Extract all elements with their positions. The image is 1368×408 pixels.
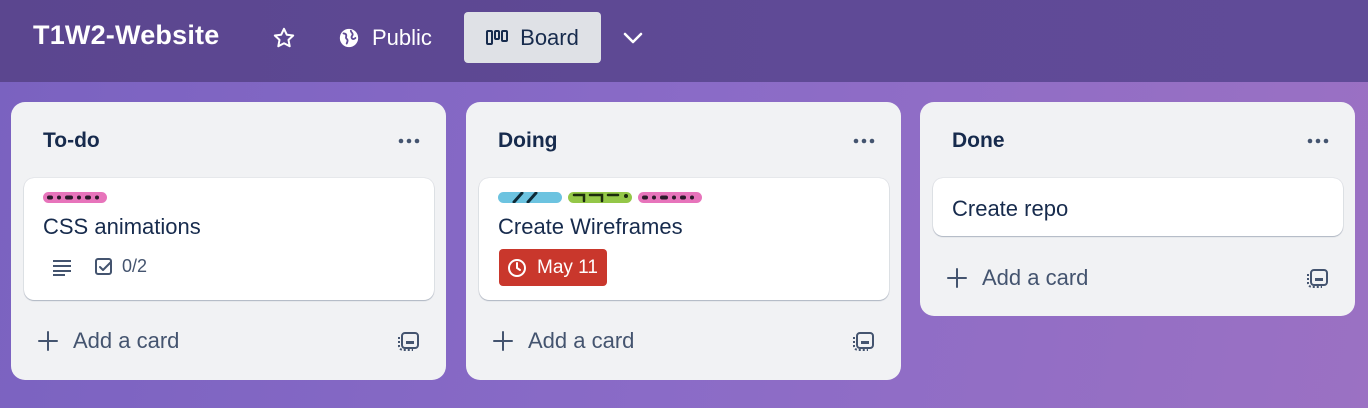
card-badges: 0/2 <box>52 256 147 277</box>
globe-icon <box>339 28 359 48</box>
add-card-label: Add a card <box>982 265 1089 290</box>
card-title: Create Wireframes <box>498 214 683 239</box>
list-title[interactable]: Done <box>952 129 1005 153</box>
checklist-icon <box>95 257 112 275</box>
list-title[interactable]: To-do <box>43 129 100 153</box>
card-create-repo[interactable]: Create repo <box>933 178 1343 236</box>
more-icon <box>398 138 420 144</box>
pattern-icon <box>512 192 538 203</box>
label-blue[interactable] <box>498 192 562 203</box>
board-header: T1W2-Website Public Board <box>0 0 1368 82</box>
description-badge <box>52 258 72 276</box>
plus-icon <box>947 268 967 288</box>
pattern-icon <box>642 195 694 200</box>
add-card-button[interactable]: Add a card <box>492 316 634 366</box>
checklist-count: 0/2 <box>122 256 148 276</box>
plus-icon <box>38 331 58 351</box>
visibility-label: Public <box>372 25 432 50</box>
label-green[interactable] <box>568 192 632 203</box>
pattern-icon <box>572 193 628 203</box>
board-icon <box>486 29 509 45</box>
list-header: To-do <box>11 102 446 178</box>
due-date-badge[interactable]: May 11 <box>499 249 607 286</box>
add-card-row: Add a card <box>920 253 1355 303</box>
visibility-button[interactable]: Public <box>330 17 440 59</box>
list-title[interactable]: Doing <box>498 129 557 153</box>
card-template-icon <box>853 332 874 351</box>
card-css-animations[interactable]: CSS animations 0/2 <box>24 178 434 300</box>
create-from-template-button[interactable] <box>1305 265 1331 291</box>
more-icon <box>1307 138 1329 144</box>
checklist-badge: 0/2 <box>94 256 147 277</box>
chevron-down-icon <box>623 32 643 44</box>
card-create-wireframes[interactable]: Create Wireframes May 11 <box>479 178 889 300</box>
label-pink[interactable] <box>638 192 702 203</box>
list-menu-button[interactable] <box>394 126 424 156</box>
list-doing: Doing Create Wireframes May 11 Add a car… <box>466 102 901 380</box>
description-icon <box>53 259 71 276</box>
card-title: CSS animations <box>43 214 201 239</box>
list-to-do: To-do CSS animations 0/2 Add a card <box>11 102 446 380</box>
list-menu-button[interactable] <box>849 126 879 156</box>
card-labels[interactable] <box>498 192 702 203</box>
add-card-label: Add a card <box>73 328 180 353</box>
add-card-row: Add a card <box>11 316 446 366</box>
views-dropdown-button[interactable] <box>614 20 652 56</box>
list-done: Done Create repo Add a card <box>920 102 1355 316</box>
star-board-button[interactable] <box>266 20 302 56</box>
card-template-icon <box>398 332 419 351</box>
add-card-label: Add a card <box>528 328 635 353</box>
board-view-label: Board <box>520 24 579 50</box>
create-from-template-button[interactable] <box>851 328 877 354</box>
due-date-label: May 11 <box>537 256 598 278</box>
star-icon <box>273 27 295 48</box>
create-from-template-button[interactable] <box>396 328 422 354</box>
list-header: Done <box>920 102 1355 178</box>
board-view-button[interactable]: Board <box>464 12 601 63</box>
list-header: Doing <box>466 102 901 178</box>
clock-icon <box>508 258 526 277</box>
card-template-icon <box>1307 269 1328 288</box>
label-pink[interactable] <box>43 192 107 203</box>
add-card-button[interactable]: Add a card <box>37 316 179 366</box>
more-icon <box>853 138 875 144</box>
pattern-icon <box>47 195 99 200</box>
add-card-row: Add a card <box>466 316 901 366</box>
list-menu-button[interactable] <box>1303 126 1333 156</box>
card-labels[interactable] <box>43 192 107 203</box>
card-title: Create repo <box>952 196 1069 221</box>
board-title[interactable]: T1W2-Website <box>33 20 219 51</box>
plus-icon <box>493 331 513 351</box>
add-card-button[interactable]: Add a card <box>946 253 1088 303</box>
